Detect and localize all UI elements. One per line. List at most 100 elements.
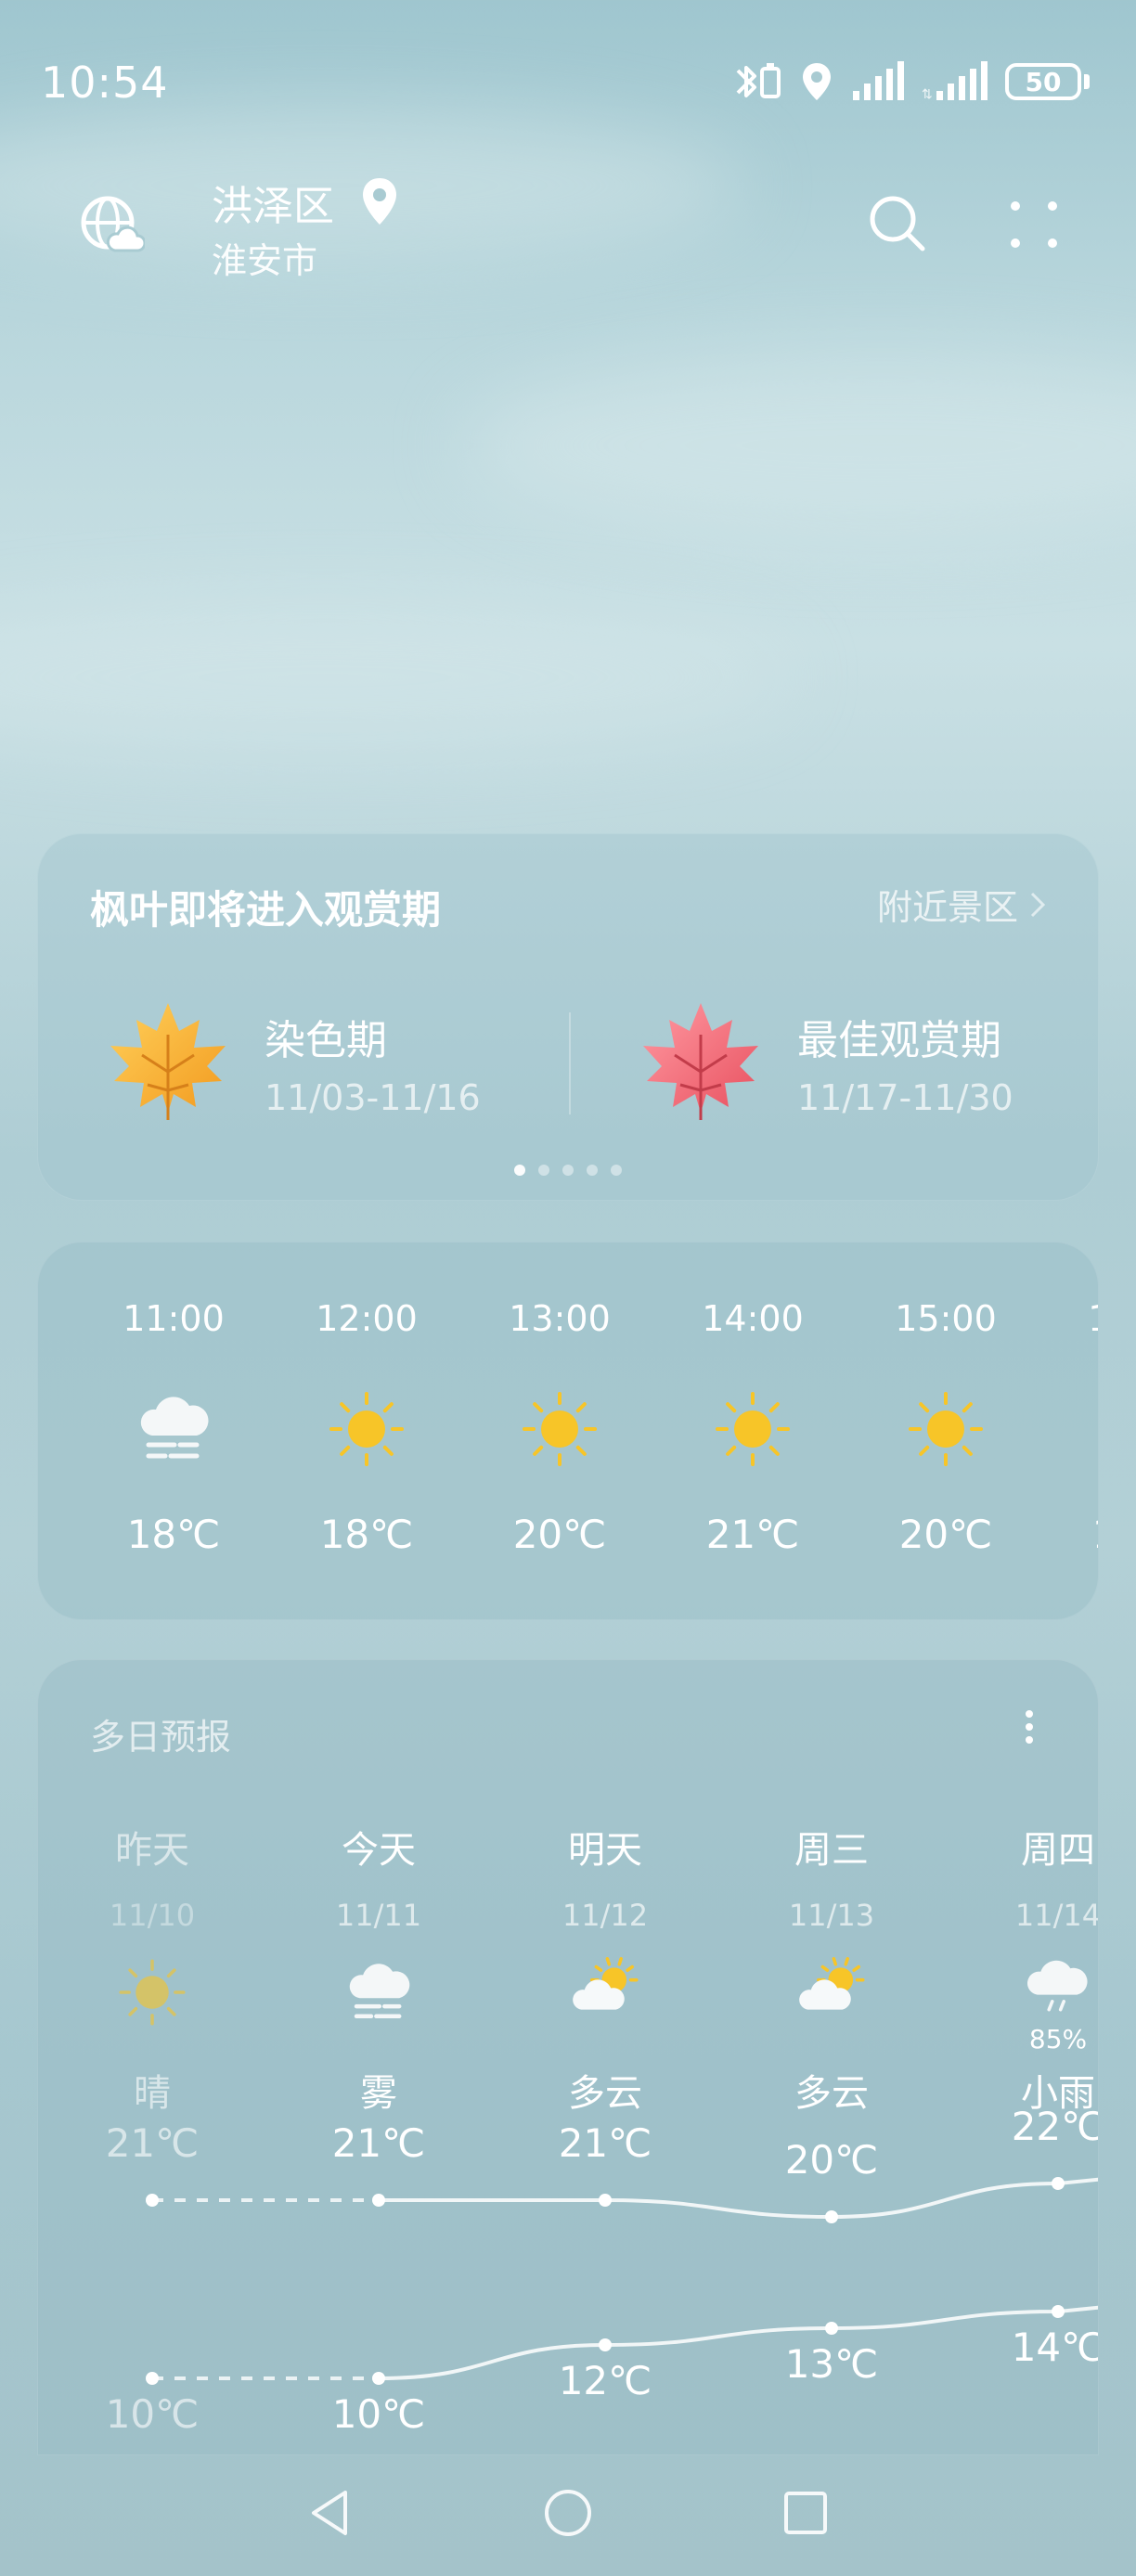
high-temp-point <box>599 2194 612 2207</box>
high-temp-label: 20℃ <box>784 2137 879 2183</box>
sun-icon <box>904 1387 988 1471</box>
maple-divider <box>569 1012 571 1114</box>
hourly-item: 12:00 18℃ <box>292 1298 441 1557</box>
stage-date-coloring: 11/03-11/16 <box>265 1077 481 1118</box>
recents-icon[interactable] <box>780 2487 832 2539</box>
hourly-time: 16:00 <box>1065 1298 1098 1339</box>
more-menu-icon[interactable] <box>1008 199 1060 251</box>
battery-cap <box>1084 74 1090 89</box>
nearby-scenic-link[interactable]: 附近景区 <box>877 879 1046 930</box>
high-temp-label: 21℃ <box>558 2120 652 2166</box>
high-temp-label: 21℃ <box>331 2120 426 2166</box>
low-temp-point <box>146 2372 159 2385</box>
background-cloud <box>0 603 789 752</box>
hourly-item: 15:00 20℃ <box>871 1298 1020 1557</box>
day-date: 11/11 <box>335 1898 422 1933</box>
maple-card-title: 枫叶即将进入观赏期 <box>90 887 442 933</box>
status-bar: 10:54 ⇅ 50 <box>0 0 1136 167</box>
fog-cloud-icon <box>337 1955 420 2029</box>
low-temp-label: 14℃ <box>1011 2325 1099 2370</box>
maple-leaf-card[interactable]: 枫叶即将进入观赏期 附近景区 染色期 11/03-11/16 最佳观赏期 11/… <box>37 833 1099 1201</box>
stage-name-coloring: 染色期 <box>265 1017 387 1064</box>
nearby-scenic-label: 附近景区 <box>876 887 1018 928</box>
hourly-temp: 18℃ <box>126 1512 221 1557</box>
daily-item[interactable]: 周三 11/13 多云 <box>762 1820 901 2117</box>
day-name: 明天 <box>568 1829 642 1872</box>
low-temp-point <box>372 2372 385 2385</box>
chevron-right-icon <box>1030 892 1046 917</box>
day-name: 昨天 <box>115 1829 189 1872</box>
battery-level: 50 <box>1005 63 1081 100</box>
day-condition: 晴 <box>134 2072 171 2115</box>
light-rain-icon <box>1016 1955 1098 2029</box>
hourly-time: 15:00 <box>895 1298 997 1339</box>
hourly-item: 11:00 18℃ <box>99 1298 248 1557</box>
low-temp-label: 10℃ <box>331 2391 426 2437</box>
district-name[interactable]: 洪泽区 <box>212 173 334 232</box>
low-temp-point <box>825 2322 838 2335</box>
daily-item[interactable]: 昨天 11/10 晴 <box>83 1820 222 2117</box>
hourly-item: 16:00 19℃ <box>1065 1298 1098 1557</box>
location-status-icon <box>803 63 831 100</box>
page-dot <box>587 1165 598 1176</box>
city-manage-globe-icon[interactable] <box>78 193 145 260</box>
fog-cloud-icon <box>132 1387 215 1471</box>
high-temp-point <box>372 2194 385 2207</box>
multi-day-forecast-card[interactable]: 多日预报 昨天 11/10 晴今天 11/11 雾明天 11/12 多云 周三 11/13 … <box>37 1659 1099 2455</box>
bluetooth-icon <box>736 63 781 98</box>
hourly-temp: 19℃ <box>1065 1512 1098 1557</box>
back-icon[interactable] <box>304 2487 356 2539</box>
status-icons: ⇅ 50 <box>730 59 1090 104</box>
daily-item[interactable]: 周四 11/14 85% 小雨 <box>988 1820 1099 2117</box>
day-date: 11/12 <box>562 1898 649 1933</box>
daily-item[interactable]: 今天 11/11 雾 <box>309 1820 448 2117</box>
hourly-item: 13:00 20℃ <box>485 1298 634 1557</box>
day-condition: 多云 <box>794 2072 869 2115</box>
sun-icon <box>518 1387 601 1471</box>
low-temp-label: 10℃ <box>105 2391 200 2437</box>
hourly-forecast-card[interactable]: 11:00 18℃ 12:00 18℃ 13:00 20℃ 14:00 21℃ 15:00 20… <box>37 1242 1099 1620</box>
signal-1-icon <box>853 61 904 100</box>
stage-name-best-viewing: 最佳观赏期 <box>797 1017 1001 1064</box>
page-dot <box>514 1165 525 1176</box>
low-temp-point <box>599 2338 612 2351</box>
high-temp-point <box>825 2210 838 2223</box>
page-indicator <box>38 1165 1098 1176</box>
sun-icon <box>711 1387 794 1471</box>
day-condition: 雾 <box>360 2072 397 2115</box>
daily-item[interactable]: 明天 11/12 多云 <box>536 1820 675 2117</box>
search-icon[interactable] <box>867 193 928 254</box>
hourly-temp: 21℃ <box>705 1512 800 1557</box>
day-date: 11/14 <box>1014 1898 1099 1933</box>
hourly-time: 14:00 <box>702 1298 804 1339</box>
hourly-time: 13:00 <box>509 1298 611 1339</box>
hourly-time: 12:00 <box>316 1298 418 1339</box>
day-condition: 多云 <box>568 2072 642 2115</box>
high-temp-point <box>1052 2177 1065 2190</box>
svg-text:⇅: ⇅ <box>922 86 933 101</box>
navigation-bar <box>0 2450 1136 2576</box>
hourly-temp: 20℃ <box>512 1512 607 1557</box>
page-dot <box>538 1165 549 1176</box>
high-temp-point <box>146 2194 159 2207</box>
location-pin-icon <box>363 178 396 225</box>
hourly-temp: 18℃ <box>319 1512 414 1557</box>
status-time: 10:54 <box>41 58 169 108</box>
hourly-time: 11:00 <box>123 1298 225 1339</box>
day-date: 11/10 <box>109 1898 196 1933</box>
high-temp-label: 21℃ <box>105 2120 200 2166</box>
battery-indicator: 50 <box>1005 63 1090 100</box>
home-icon[interactable] <box>542 2487 594 2539</box>
day-name: 周四 <box>1021 1829 1095 1872</box>
red-maple-leaf-icon <box>643 1003 758 1120</box>
day-name: 今天 <box>342 1829 416 1872</box>
background-cloud <box>464 353 1136 538</box>
sun-icon <box>325 1387 408 1471</box>
partly-cloudy-icon <box>790 1955 873 2029</box>
stage-date-best-viewing: 11/17-11/30 <box>797 1077 1013 1118</box>
sun-icon <box>1097 1387 1098 1471</box>
signal-2-icon: ⇅ <box>922 61 988 101</box>
low-temp-point <box>1052 2305 1065 2318</box>
low-temp-label: 12℃ <box>558 2358 652 2403</box>
day-date: 11/13 <box>788 1898 875 1933</box>
